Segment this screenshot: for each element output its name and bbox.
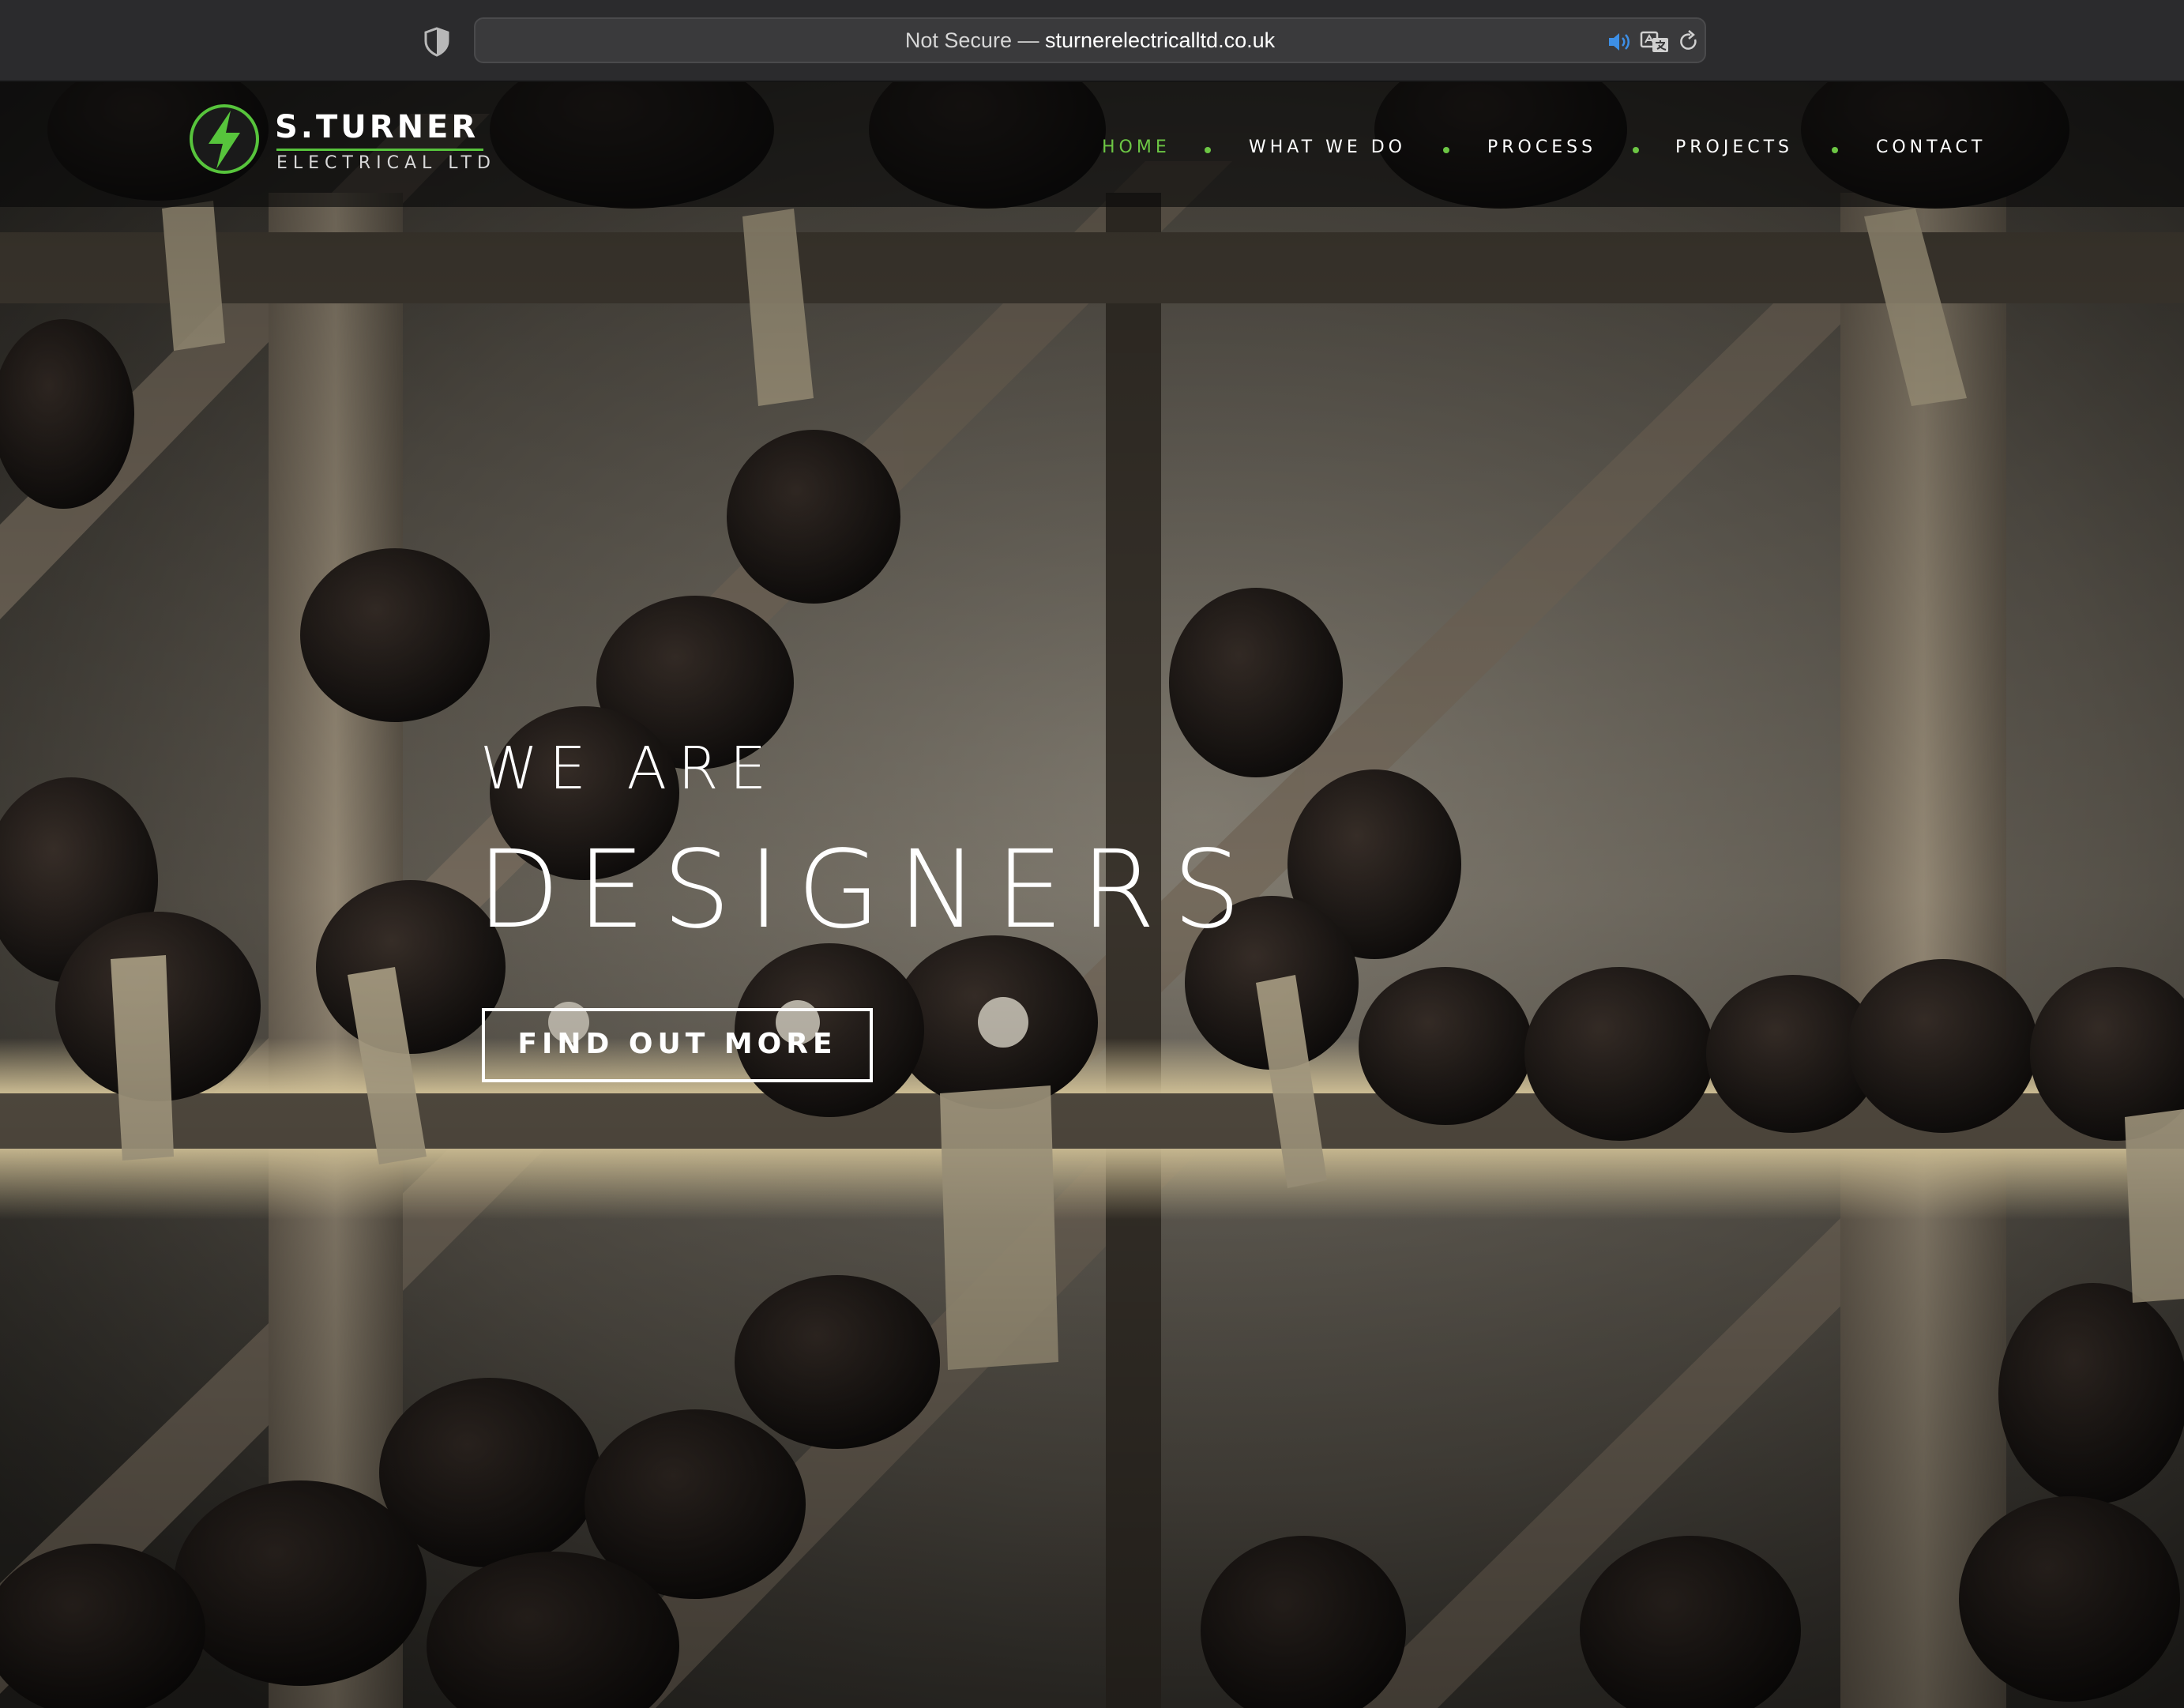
security-warning: Not Secure — xyxy=(904,28,1039,52)
find-out-more-button[interactable]: FIND OUT MORE xyxy=(482,1008,873,1082)
logo-subtitle: ELECTRICAL LTD xyxy=(276,153,496,173)
privacy-shield-icon[interactable] xyxy=(423,27,450,57)
browser-toolbar: Not Secure — sturnerelectricalltd.co.uk xyxy=(0,0,2184,82)
logo-name: S.TURNER xyxy=(275,109,479,145)
hero-title: DESIGNERS xyxy=(477,828,1258,953)
url-host: sturnerelectricalltd.co.uk xyxy=(1044,28,1276,52)
nav-separator-dot xyxy=(1205,147,1211,153)
find-out-more-label: FIND OUT MORE xyxy=(517,1028,837,1060)
translate-icon[interactable] xyxy=(1640,30,1670,54)
reload-icon[interactable] xyxy=(1678,30,1700,54)
site-header: S.TURNER ELECTRICAL LTD HOME WHAT WE DO … xyxy=(0,82,2184,207)
site-logo[interactable]: S.TURNER ELECTRICAL LTD xyxy=(188,98,491,177)
main-nav: HOME WHAT WE DO PROCESS PROJECTS CONTACT xyxy=(1102,137,1987,166)
logo-divider xyxy=(276,149,483,151)
speaker-icon[interactable] xyxy=(1607,30,1632,54)
nav-what-we-do[interactable]: WHAT WE DO xyxy=(1249,137,1406,157)
nav-separator-dot xyxy=(1832,147,1838,153)
nav-projects[interactable]: PROJECTS xyxy=(1675,137,1793,157)
nav-process[interactable]: PROCESS xyxy=(1487,137,1596,157)
address-bar[interactable]: Not Secure — sturnerelectricalltd.co.uk xyxy=(474,17,1706,63)
nav-contact[interactable]: CONTACT xyxy=(1876,137,1986,157)
nav-home[interactable]: HOME xyxy=(1102,137,1171,157)
hero-eyebrow: WE ARE xyxy=(480,735,778,803)
nav-separator-dot xyxy=(1633,147,1639,153)
lightning-bolt-icon xyxy=(190,104,259,174)
url-text: Not Secure — sturnerelectricalltd.co.uk xyxy=(476,19,1705,62)
nav-separator-dot xyxy=(1443,147,1449,153)
